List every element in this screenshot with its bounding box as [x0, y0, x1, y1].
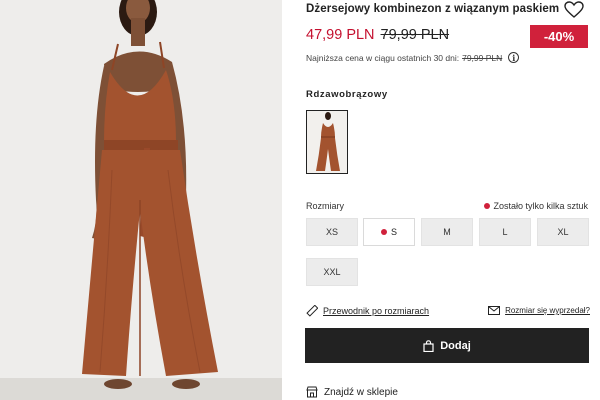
color-swatch[interactable]: [306, 110, 348, 174]
low-stock-dot-icon: [380, 229, 387, 235]
find-in-store-link[interactable]: Znajdź w sklepie: [306, 386, 398, 398]
lowest-price-info: Najniższa cena w ciągu ostatnich 30 dni:…: [306, 52, 520, 63]
current-price: 47,99 PLN: [306, 27, 375, 43]
size-option-xs[interactable]: XS: [306, 218, 358, 246]
size-links-row: Przewodnik po rozmiarach Rozmiar się wyp…: [306, 305, 590, 319]
find-in-store-label: Znajdź w sklepie: [324, 386, 398, 398]
size-label: M: [443, 227, 451, 237]
ruler-icon: [306, 305, 318, 317]
sold-out-label: Rozmiar się wyprzedał?: [505, 306, 590, 315]
sizes-header: Rozmiary Zostało tylko kilka sztuk: [306, 201, 588, 215]
info-icon[interactable]: i: [508, 52, 520, 63]
bag-icon: [423, 339, 434, 352]
low-stock-dot-icon: [484, 203, 491, 209]
add-to-cart-label: Dodaj: [440, 339, 471, 352]
size-label: XS: [325, 227, 338, 237]
discount-badge: -40%: [530, 25, 588, 48]
size-option-xl[interactable]: XL: [537, 218, 589, 246]
size-option-s[interactable]: S: [363, 218, 415, 246]
product-image: [0, 0, 282, 400]
product-details-panel: Dżersejowy kombinezon z wiązanym paskiem…: [300, 0, 600, 400]
product-title: Dżersejowy kombinezon z wiązanym paskiem: [306, 3, 560, 15]
color-name: Rdzawobrązowy: [306, 89, 388, 100]
store-icon: [306, 386, 318, 398]
size-guide-link[interactable]: Przewodnik po rozmiarach: [306, 305, 429, 317]
low-stock-note: Zostało tylko kilka sztuk: [484, 201, 588, 211]
heart-icon[interactable]: [564, 1, 584, 19]
size-option-xxl[interactable]: XXL: [306, 258, 358, 286]
lowest-price-text: Najniższa cena w ciągu ostatnich 30 dni:: [306, 52, 460, 63]
size-sold-out-link[interactable]: Rozmiar się wyprzedał?: [488, 306, 590, 315]
size-label: XXL: [323, 267, 341, 277]
size-label: L: [502, 227, 508, 237]
size-option-l[interactable]: L: [479, 218, 531, 246]
lowest-price-value: 79,99 PLN: [462, 52, 503, 63]
size-label: XL: [557, 227, 569, 237]
add-to-cart-button[interactable]: Dodaj: [305, 328, 589, 363]
size-guide-label: Przewodnik po rozmiarach: [323, 306, 430, 316]
sizes-label: Rozmiary: [306, 201, 345, 211]
size-label: S: [390, 227, 397, 237]
original-price: 79,99 PLN: [380, 27, 450, 43]
size-option-m[interactable]: M: [421, 218, 473, 246]
title-row: Dżersejowy kombinezon z wiązanym paskiem: [306, 1, 586, 21]
mail-icon: [488, 306, 501, 315]
price-row: 47,99 PLN 79,99 PLN -40%: [306, 25, 594, 48]
low-stock-text: Zostało tylko kilka sztuk: [493, 201, 588, 211]
